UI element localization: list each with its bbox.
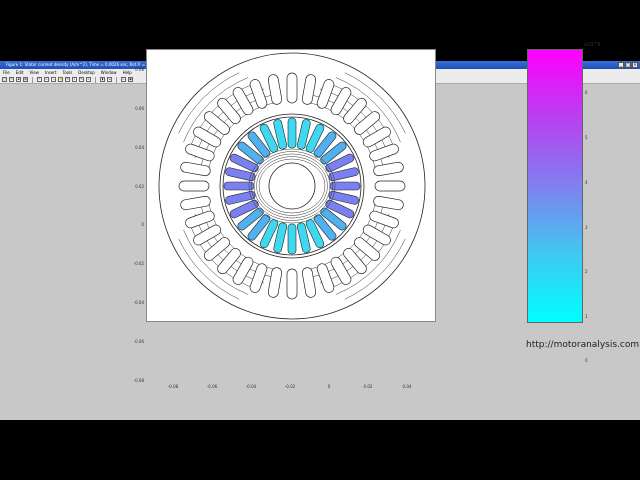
hide-plot-icon[interactable]: ▫ (121, 77, 126, 82)
show-plot-icon[interactable]: ▣ (128, 77, 133, 82)
y-tick: -0.04 (133, 300, 144, 305)
stator-slot (373, 161, 404, 177)
print-icon[interactable]: ▤ (23, 77, 28, 82)
pointer-icon[interactable]: ↖ (37, 77, 42, 82)
flux-line (327, 82, 396, 151)
rotor-slot (287, 117, 297, 149)
colorbar-tick: 5 (585, 135, 588, 140)
stator-slot (185, 210, 215, 229)
flux-line (319, 88, 390, 159)
rotate-icon[interactable]: ↻ (65, 77, 70, 82)
menu-desktop[interactable]: Desktop (78, 69, 95, 76)
stator-slot (301, 74, 317, 105)
window-controls: _ □ × (618, 62, 638, 68)
y-tick: 0 (141, 222, 144, 227)
y-tick: -0.06 (133, 339, 144, 344)
flux-line (194, 213, 265, 284)
stator-slot (286, 72, 298, 104)
menu-insert[interactable]: Insert (45, 69, 56, 76)
menu-file[interactable]: File (3, 69, 10, 76)
x-tick: 0.02 (363, 384, 373, 389)
y-tick: -0.08 (133, 378, 144, 383)
stator-slot (374, 180, 406, 192)
flux-line (327, 221, 396, 290)
y-tick: 0.04 (135, 145, 144, 150)
legend-icon[interactable]: ≡ (107, 77, 112, 82)
y-tick: 0.06 (135, 106, 144, 111)
colorbar[interactable] (527, 49, 583, 323)
menu-window[interactable]: Window (101, 69, 117, 76)
x-tick: -0.06 (206, 384, 218, 389)
stator-slot (249, 263, 268, 293)
stator-slot (249, 79, 268, 109)
stator-slot (286, 268, 298, 300)
x-tick: 0 (327, 384, 331, 389)
pan-icon[interactable]: ✋ (58, 77, 63, 82)
flux-line (188, 82, 257, 151)
menu-edit[interactable]: Edit (16, 69, 24, 76)
stator-slot (316, 79, 335, 109)
stator-slot (180, 161, 211, 177)
toolbar-separator (32, 76, 33, 83)
watermark-url: http://motoranalysis.com (526, 340, 640, 350)
x-tick: -0.04 (245, 384, 257, 389)
stator-slot (373, 195, 404, 211)
flux-line (188, 221, 257, 290)
x-tick: -0.02 (284, 384, 296, 389)
flux-line (319, 213, 390, 284)
colorbar-tick: 2 (585, 269, 588, 274)
colorbar-tick: 3 (585, 225, 588, 230)
stator-slot (301, 267, 317, 298)
x-tick: -0.08 (167, 384, 179, 389)
new-icon[interactable]: □ (2, 77, 7, 82)
toolbar-separator (95, 76, 96, 83)
data-cursor-icon[interactable]: ⌖ (72, 77, 77, 82)
rotor-slot (223, 181, 255, 191)
x-tick: 0.04 (402, 384, 412, 389)
stator-slot (180, 195, 211, 211)
close-button[interactable]: × (632, 62, 638, 68)
flux-line (194, 88, 265, 159)
stator-slot (369, 210, 399, 229)
colorbar-tick: 4 (585, 180, 588, 185)
colorbar-tick: 0 (585, 358, 588, 363)
motor-cross-section (158, 52, 426, 320)
menu-view[interactable]: View (29, 69, 39, 76)
toolbar-separator (116, 76, 117, 83)
stator-slot (178, 180, 210, 192)
letterbox-bottom (0, 420, 640, 480)
stator-slot (185, 143, 215, 162)
stator-slot (369, 143, 399, 162)
colorbar-icon[interactable]: ▮ (100, 77, 105, 82)
minimize-button[interactable]: _ (618, 62, 624, 68)
y-tick: 0.08 (135, 67, 144, 72)
shaft (268, 162, 316, 210)
open-icon[interactable]: ▭ (9, 77, 14, 82)
link-icon[interactable]: ∞ (86, 77, 91, 82)
colorbar-tick: 6 (585, 90, 588, 95)
y-tick: -0.02 (133, 261, 144, 266)
colorbar-exponent: x10^6 (584, 42, 601, 48)
maximize-button[interactable]: □ (625, 62, 631, 68)
save-icon[interactable]: ▪ (16, 77, 21, 82)
rotor-slot (329, 181, 361, 191)
stator-slot (267, 267, 283, 298)
zoom-out-icon[interactable]: − (51, 77, 56, 82)
y-tick: 0.02 (135, 184, 144, 189)
stator-slot (267, 74, 283, 105)
rotor-slot (287, 223, 297, 255)
stator-slot (316, 263, 335, 293)
menu-tools[interactable]: Tools (62, 69, 72, 76)
plot-axes[interactable] (146, 49, 436, 322)
brush-icon[interactable]: ✎ (79, 77, 84, 82)
colorbar-tick: 1 (585, 314, 588, 319)
zoom-in-icon[interactable]: + (44, 77, 49, 82)
